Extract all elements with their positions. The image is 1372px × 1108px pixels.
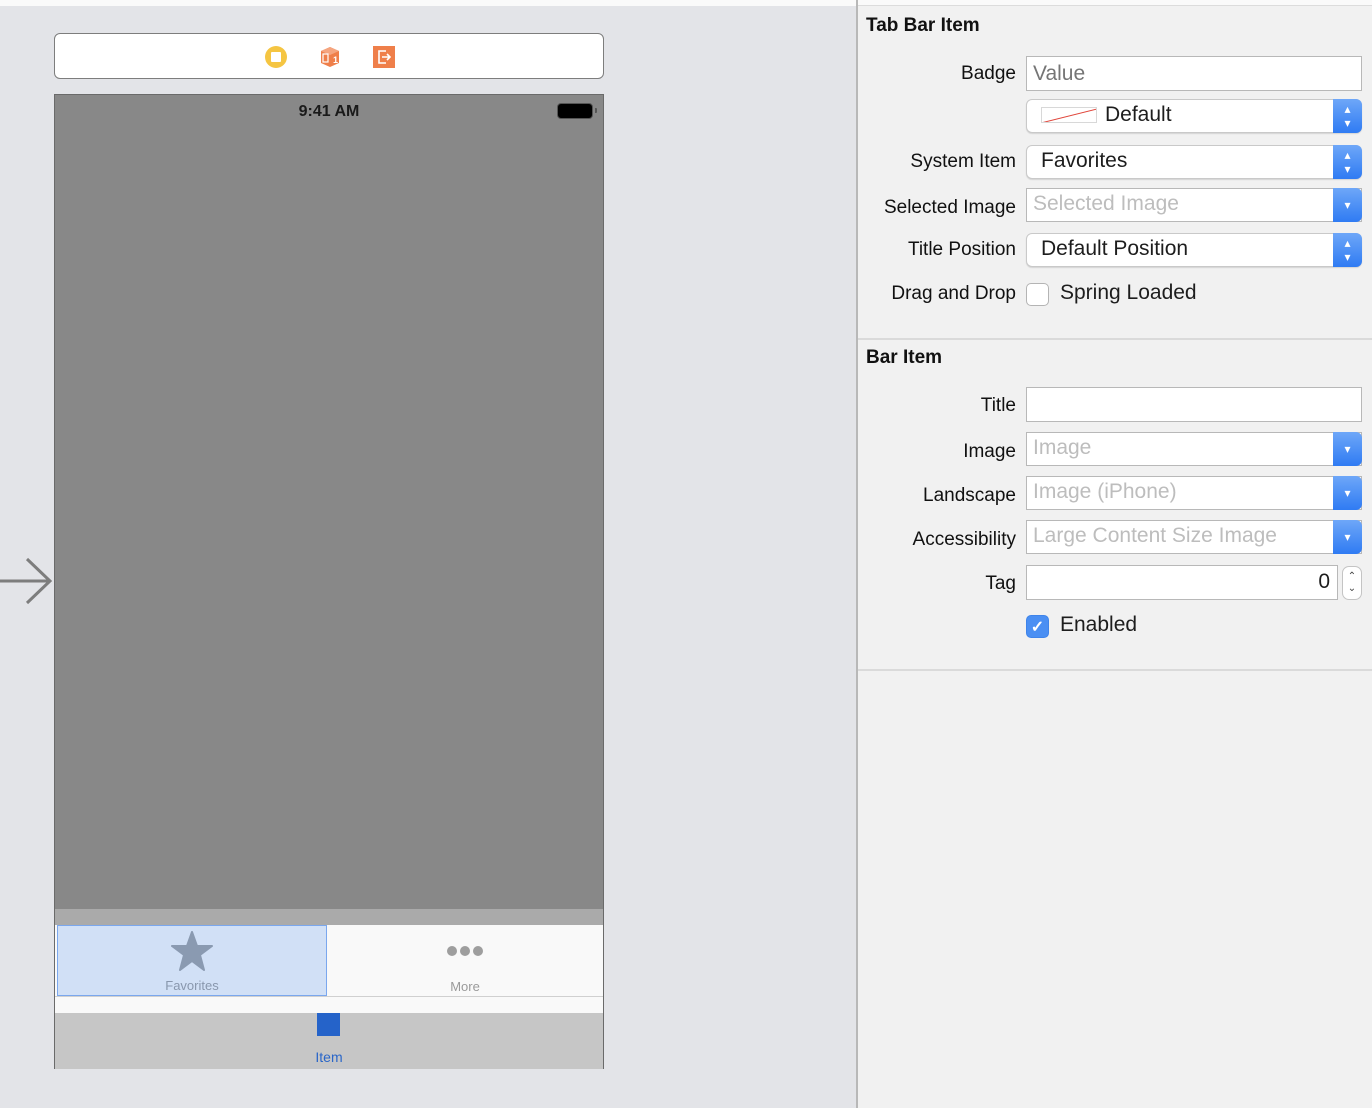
badge-input[interactable] bbox=[1026, 56, 1362, 91]
color-swatch-icon bbox=[1041, 107, 1097, 123]
item-image-icon[interactable] bbox=[317, 1013, 340, 1036]
tab-more[interactable]: More bbox=[327, 925, 603, 996]
tag-label: Tag bbox=[985, 573, 1016, 594]
section-title-tab-bar-item: Tab Bar Item bbox=[866, 15, 980, 36]
system-item-value: Favorites bbox=[1041, 149, 1128, 172]
battery-icon bbox=[557, 103, 597, 119]
landscape-combo[interactable]: Image (iPhone) ▾ bbox=[1026, 476, 1362, 510]
enabled-label[interactable]: Enabled bbox=[1060, 613, 1137, 637]
first-responder-icon[interactable]: 1 bbox=[319, 46, 341, 68]
tab-bar-divider bbox=[55, 996, 603, 997]
title-position-label: Title Position bbox=[907, 239, 1016, 260]
chevron-down-icon[interactable]: ▾ bbox=[1333, 520, 1362, 554]
title-label: Title bbox=[980, 395, 1016, 416]
section-title-bar-item: Bar Item bbox=[866, 347, 943, 368]
title-position-value: Default Position bbox=[1041, 237, 1189, 260]
title-position-popup[interactable]: Default Position ▴ ▾ bbox=[1026, 233, 1362, 267]
chevron-down-icon[interactable]: ▾ bbox=[1333, 188, 1362, 222]
tab-favorites-label: Favorites bbox=[165, 978, 219, 993]
chevron-down-icon[interactable]: ▾ bbox=[1333, 476, 1362, 510]
system-item-label: System Item bbox=[910, 151, 1016, 172]
image-label: Image bbox=[963, 441, 1016, 462]
section-divider bbox=[858, 338, 1372, 340]
star-icon bbox=[171, 931, 213, 971]
image-combo[interactable]: Image ▾ bbox=[1026, 432, 1362, 466]
tab-more-label: More bbox=[450, 979, 480, 994]
checkmark-icon: ✓ bbox=[1030, 618, 1045, 636]
tag-input[interactable]: 0 bbox=[1026, 565, 1338, 600]
initial-view-controller-arrow-icon[interactable] bbox=[0, 556, 54, 613]
drag-and-drop-label: Drag and Drop bbox=[891, 283, 1016, 304]
attributes-inspector: Tab Bar Item Badge Default ▴▾ System Ite… bbox=[856, 0, 1372, 1108]
enabled-checkbox[interactable]: ✓ bbox=[1026, 615, 1049, 638]
canvas-top-edge bbox=[0, 0, 856, 6]
tab-favorites[interactable]: Favorites bbox=[57, 925, 327, 996]
stepper-up-icon[interactable]: ⌃ bbox=[1348, 571, 1356, 583]
selected-image-combo[interactable]: Selected Image ▾ bbox=[1026, 188, 1362, 222]
chevron-down-icon[interactable]: ▾ bbox=[1333, 432, 1362, 466]
up-down-chevron-icon: ▴ ▾ bbox=[1333, 233, 1362, 267]
tab-bar-top-strip bbox=[55, 909, 603, 925]
system-item-popup[interactable]: Favorites ▴ ▾ bbox=[1026, 145, 1362, 179]
view-controller-icon[interactable] bbox=[265, 46, 287, 68]
badge-color-popup[interactable]: Default ▴ ▾ bbox=[1026, 99, 1362, 133]
first-responder-badge: 1 bbox=[333, 55, 338, 65]
device-frame[interactable]: 9:41 AM Favorites More Item bbox=[54, 94, 604, 1069]
bottom-tab-bar[interactable]: Item bbox=[55, 1013, 603, 1069]
image-placeholder: Image bbox=[1033, 436, 1092, 459]
landscape-placeholder: Image (iPhone) bbox=[1033, 480, 1177, 503]
stepper-down-icon[interactable]: ⌄ bbox=[1348, 583, 1356, 595]
spring-loaded-checkbox[interactable] bbox=[1026, 283, 1049, 306]
storyboard-canvas[interactable]: 1 9:41 AM Favorites More Item bbox=[0, 0, 856, 1108]
badge-label: Badge bbox=[961, 63, 1016, 84]
up-down-chevron-icon: ▴ ▾ bbox=[1333, 145, 1362, 179]
more-dots-icon bbox=[447, 946, 483, 956]
tab-bar[interactable]: Favorites More bbox=[55, 925, 603, 1013]
scene-dock[interactable]: 1 bbox=[54, 33, 604, 79]
spring-loaded-label[interactable]: Spring Loaded bbox=[1060, 281, 1197, 305]
accessibility-label: Accessibility bbox=[912, 529, 1016, 550]
section-divider bbox=[858, 669, 1372, 671]
title-input[interactable] bbox=[1026, 387, 1362, 422]
accessibility-placeholder: Large Content Size Image bbox=[1033, 524, 1277, 547]
item-label[interactable]: Item bbox=[55, 1049, 603, 1065]
status-bar-time: 9:41 AM bbox=[298, 103, 360, 120]
exit-icon[interactable] bbox=[373, 46, 395, 68]
selected-image-label: Selected Image bbox=[883, 197, 1016, 218]
inspector-top-edge bbox=[858, 0, 1372, 6]
badge-color-value: Default bbox=[1105, 103, 1172, 126]
selected-image-placeholder: Selected Image bbox=[1033, 192, 1179, 215]
landscape-label: Landscape bbox=[923, 485, 1016, 506]
up-down-chevron-icon: ▴ ▾ bbox=[1333, 99, 1362, 133]
tag-stepper[interactable]: ⌃ ⌄ bbox=[1342, 566, 1362, 600]
accessibility-combo[interactable]: Large Content Size Image ▾ bbox=[1026, 520, 1362, 554]
